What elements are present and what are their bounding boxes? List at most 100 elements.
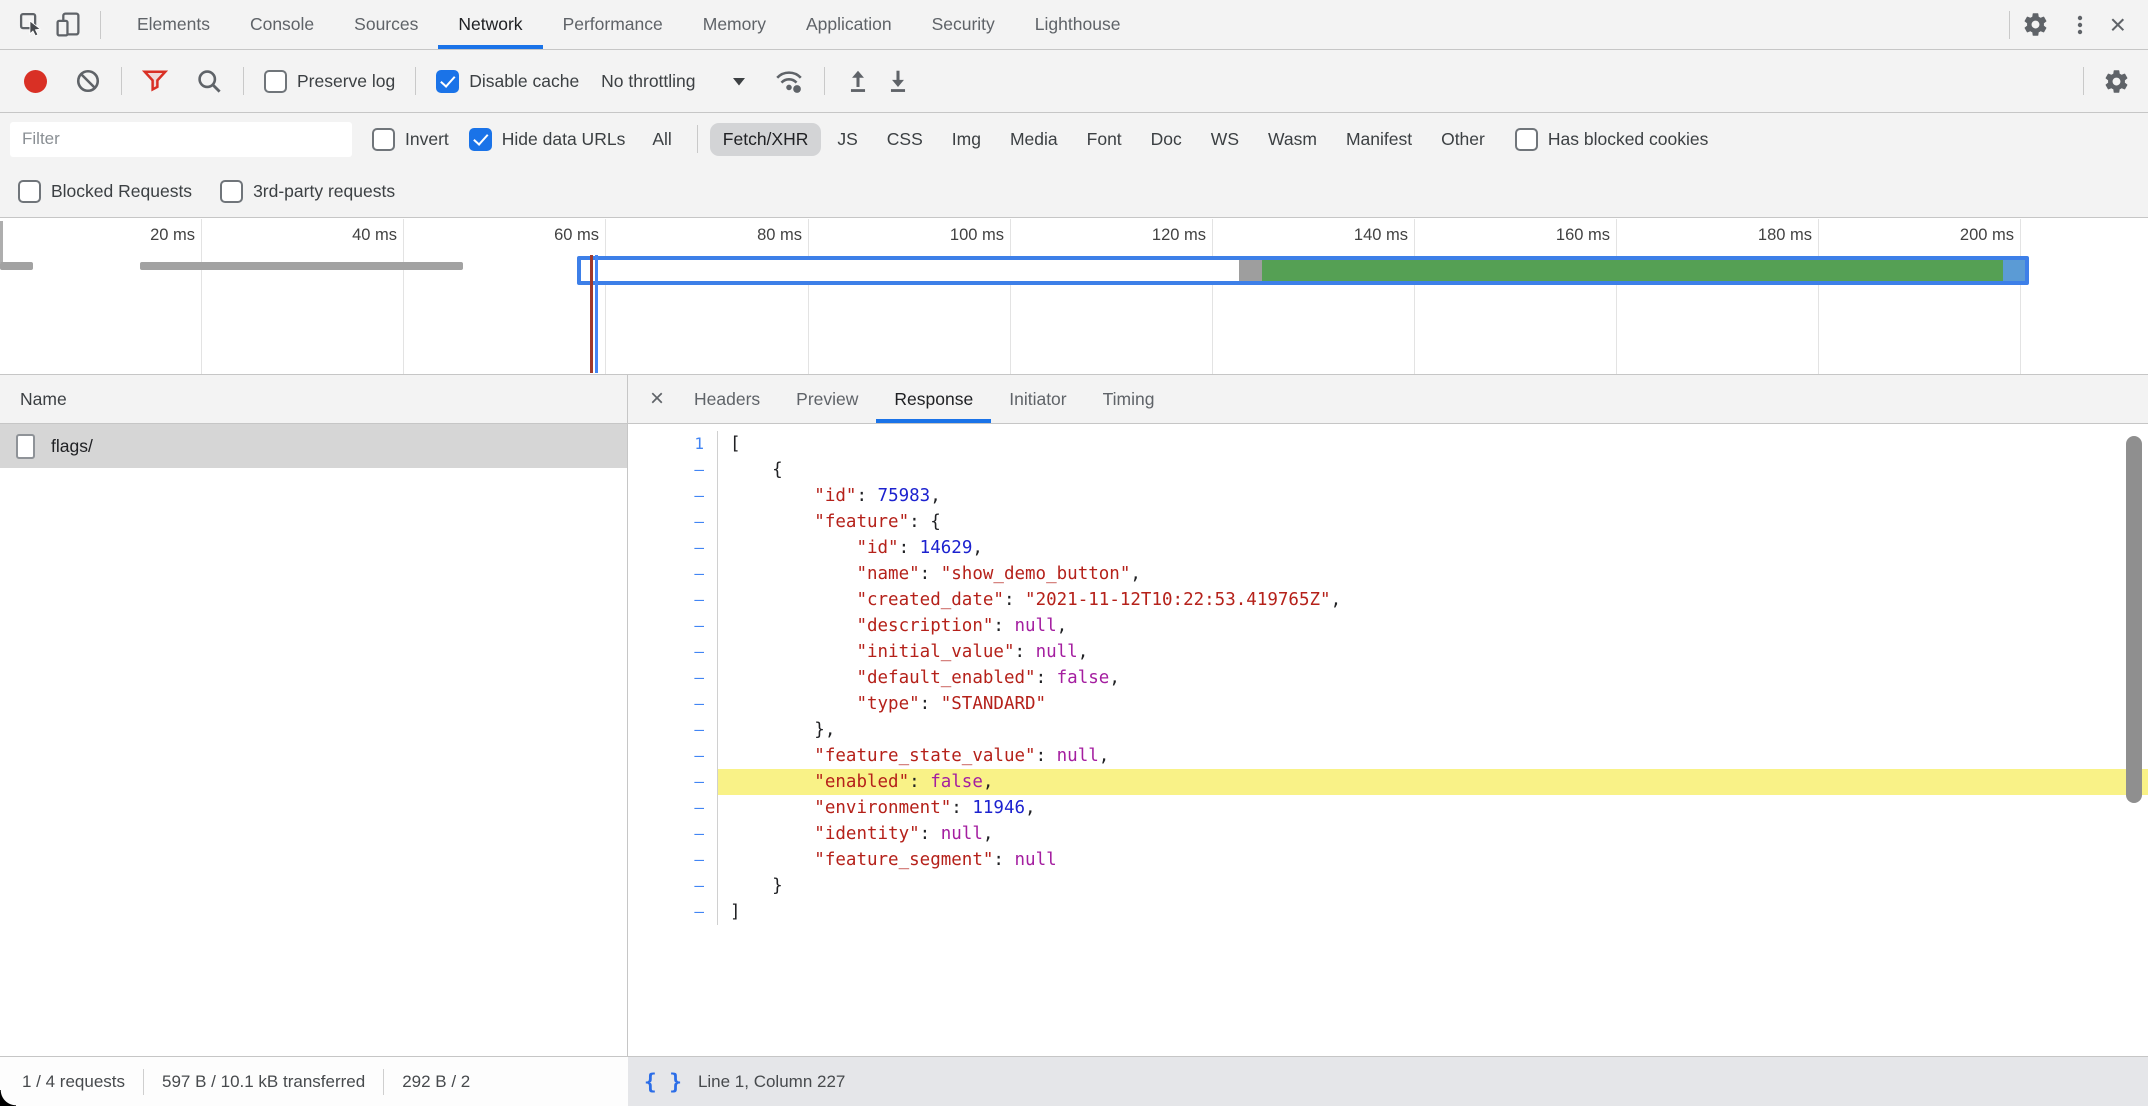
vertical-scrollbar[interactable] xyxy=(2126,436,2142,803)
overview-request-bar-gray[interactable] xyxy=(0,262,33,270)
device-toolbar-icon[interactable] xyxy=(48,8,88,42)
clear-requests-icon[interactable] xyxy=(75,68,101,94)
tab-security[interactable]: Security xyxy=(912,0,1015,49)
close-detail-icon[interactable]: × xyxy=(640,387,676,411)
status-bar-editor: { } Line 1, Column 227 xyxy=(628,1056,2148,1106)
tab-memory[interactable]: Memory xyxy=(683,0,786,49)
code-line[interactable]: – { xyxy=(628,457,2148,483)
line-number: – xyxy=(628,613,718,639)
hide-data-urls-checkbox[interactable] xyxy=(469,128,492,151)
disable-cache-toggle[interactable]: Disable cache xyxy=(436,70,579,93)
line-content: ] xyxy=(718,899,2148,925)
overview-request-bar-gray[interactable] xyxy=(140,262,463,270)
code-line[interactable]: – "feature_state_value": null, xyxy=(628,743,2148,769)
throttling-value: No throttling xyxy=(601,71,695,92)
invert-toggle[interactable]: Invert xyxy=(372,128,449,151)
has-blocked-cookies-checkbox[interactable] xyxy=(1515,128,1538,151)
response-code[interactable]: 1[– {– "id": 75983,– "feature": {– "id":… xyxy=(628,424,2148,1056)
filter-chip-manifest[interactable]: Manifest xyxy=(1333,123,1425,156)
filter-chip-css[interactable]: CSS xyxy=(874,123,936,156)
export-har-icon[interactable] xyxy=(885,68,911,94)
tab-elements[interactable]: Elements xyxy=(117,0,230,49)
blocked-requests-checkbox[interactable] xyxy=(18,180,41,203)
code-line[interactable]: 1[ xyxy=(628,431,2148,457)
code-line[interactable]: – "description": null, xyxy=(628,613,2148,639)
tab-network[interactable]: Network xyxy=(438,0,542,49)
inspect-element-icon[interactable] xyxy=(14,8,48,42)
name-column-header[interactable]: Name xyxy=(0,389,67,410)
filter-chip-doc[interactable]: Doc xyxy=(1138,123,1195,156)
search-icon[interactable] xyxy=(196,68,223,95)
throttling-select[interactable]: No throttling xyxy=(601,71,745,92)
tab-performance[interactable]: Performance xyxy=(543,0,683,49)
code-line[interactable]: – "type": "STANDARD" xyxy=(628,691,2148,717)
timeline-tick-label: 200 ms xyxy=(1894,226,2014,245)
network-overview-timeline[interactable]: 20 ms40 ms60 ms80 ms100 ms120 ms140 ms16… xyxy=(0,219,2148,375)
overview-selected-request-bar[interactable] xyxy=(577,256,2029,285)
code-line[interactable]: – "feature": { xyxy=(628,509,2148,535)
timeline-gridline xyxy=(1414,219,1415,374)
filter-input[interactable] xyxy=(10,122,352,157)
preserve-log-toggle[interactable]: Preserve log xyxy=(264,70,395,93)
tab-application[interactable]: Application xyxy=(786,0,912,49)
line-content: [ xyxy=(718,431,2148,457)
import-har-icon[interactable] xyxy=(845,68,871,94)
code-line[interactable]: – "enabled": false, xyxy=(628,769,2148,795)
detail-tab-response[interactable]: Response xyxy=(876,375,991,423)
code-line[interactable]: – } xyxy=(628,873,2148,899)
disable-cache-checkbox[interactable] xyxy=(436,70,459,93)
detail-tab-preview[interactable]: Preview xyxy=(778,375,876,423)
network-settings-gear-icon[interactable] xyxy=(2084,68,2148,95)
tab-console[interactable]: Console xyxy=(230,0,334,49)
preserve-log-checkbox[interactable] xyxy=(264,70,287,93)
filter-chip-js[interactable]: JS xyxy=(824,123,870,156)
kebab-menu-icon[interactable] xyxy=(2062,8,2098,42)
code-line[interactable]: – }, xyxy=(628,717,2148,743)
requests-header[interactable]: Name xyxy=(0,375,627,424)
code-line[interactable]: – "initial_value": null, xyxy=(628,639,2148,665)
detail-tab-timing[interactable]: Timing xyxy=(1085,375,1173,423)
detail-tab-initiator[interactable]: Initiator xyxy=(991,375,1084,423)
filter-chip-ws[interactable]: WS xyxy=(1198,123,1252,156)
detail-tab-headers[interactable]: Headers xyxy=(676,375,778,423)
filter-chip-media[interactable]: Media xyxy=(997,123,1071,156)
hide-data-urls-toggle[interactable]: Hide data URLs xyxy=(469,128,626,151)
code-line[interactable]: – "default_enabled": false, xyxy=(628,665,2148,691)
pretty-print-braces-icon[interactable]: { } xyxy=(644,1070,682,1094)
code-line[interactable]: –] xyxy=(628,899,2148,925)
filter-chip-all[interactable]: All xyxy=(639,123,684,156)
request-row-flags[interactable]: flags/ xyxy=(0,424,627,468)
record-button[interactable] xyxy=(24,70,47,93)
filter-chip-font[interactable]: Font xyxy=(1074,123,1135,156)
filter-chip-other[interactable]: Other xyxy=(1428,123,1498,156)
screen-corner xyxy=(0,1090,16,1106)
line-content: } xyxy=(718,873,2148,899)
tab-lighthouse[interactable]: Lighthouse xyxy=(1015,0,1141,49)
third-party-label: 3rd-party requests xyxy=(253,181,395,202)
network-conditions-icon[interactable] xyxy=(774,67,804,95)
has-blocked-cookies-toggle[interactable]: Has blocked cookies xyxy=(1515,128,1709,151)
code-line[interactable]: – "identity": null, xyxy=(628,821,2148,847)
filter-chip-wasm[interactable]: Wasm xyxy=(1255,123,1330,156)
code-line[interactable]: – "feature_segment": null xyxy=(628,847,2148,873)
code-line[interactable]: – "created_date": "2021-11-12T10:22:53.4… xyxy=(628,587,2148,613)
file-icon xyxy=(16,434,35,459)
filter-funnel-icon[interactable] xyxy=(142,69,168,94)
third-party-toggle[interactable]: 3rd-party requests xyxy=(220,180,395,203)
invert-checkbox[interactable] xyxy=(372,128,395,151)
timeline-gridline xyxy=(403,219,404,374)
code-line[interactable]: – "id": 14629, xyxy=(628,535,2148,561)
close-devtools-icon[interactable]: × xyxy=(2098,11,2138,39)
code-line[interactable]: – "name": "show_demo_button", xyxy=(628,561,2148,587)
blocked-requests-toggle[interactable]: Blocked Requests xyxy=(18,180,192,203)
third-party-checkbox[interactable] xyxy=(220,180,243,203)
code-line[interactable]: – "id": 75983, xyxy=(628,483,2148,509)
filter-chip-img[interactable]: Img xyxy=(939,123,994,156)
request-name[interactable]: flags/ xyxy=(51,436,93,457)
filter-chip-fetchxhr[interactable]: Fetch/XHR xyxy=(710,123,822,156)
code-line[interactable]: – "environment": 11946, xyxy=(628,795,2148,821)
tab-sources[interactable]: Sources xyxy=(334,0,438,49)
timeline-tick-label: 40 ms xyxy=(277,226,397,245)
settings-gear-icon[interactable] xyxy=(2010,8,2062,42)
divider xyxy=(415,67,416,95)
